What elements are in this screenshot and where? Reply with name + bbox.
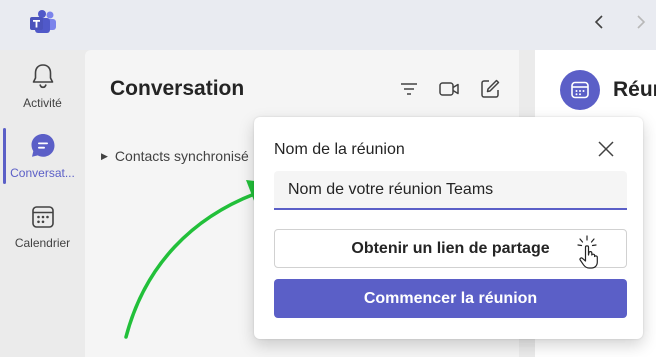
start-meeting-button[interactable]: Commencer la réunion <box>274 279 627 318</box>
meet-now-dialog: Nom de la réunion Obtenir un lien de par… <box>254 117 643 339</box>
meeting-name-input[interactable] <box>274 171 627 210</box>
meeting-pane-title: Réun <box>613 78 656 101</box>
chat-icon <box>31 134 54 157</box>
app-rail: Activité Conversat... Calendrier <box>0 50 85 357</box>
contacts-group[interactable]: ▶ Contacts synchronisé <box>101 148 249 164</box>
calendar-icon <box>31 206 54 228</box>
rail-item-calendar[interactable]: Calendrier <box>0 204 85 270</box>
rail-item-activity[interactable]: Activité <box>0 62 85 128</box>
bell-icon <box>32 64 53 89</box>
forward-button[interactable] <box>631 12 651 32</box>
dialog-title: Nom de la réunion <box>274 141 405 158</box>
caret-right-icon: ▶ <box>101 150 108 161</box>
teams-logo-icon[interactable] <box>28 10 58 36</box>
chevron-right-icon <box>637 15 646 29</box>
pane-title: Conversation <box>110 77 245 100</box>
compose-icon[interactable] <box>479 78 501 100</box>
video-icon[interactable] <box>438 78 460 100</box>
close-icon[interactable] <box>596 139 616 159</box>
rail-item-label: Activité <box>23 96 62 110</box>
rail-item-label: Calendrier <box>14 236 71 250</box>
hand-cursor-icon <box>577 235 598 269</box>
rail-item-chat[interactable]: Conversat... <box>0 132 85 198</box>
chevron-left-icon <box>594 15 603 29</box>
filter-icon[interactable] <box>398 78 420 100</box>
meeting-avatar <box>560 70 600 110</box>
title-bar <box>0 0 656 50</box>
contacts-group-label: Contacts synchronisé <box>114 148 249 164</box>
rail-item-label: Conversat... <box>10 166 75 180</box>
calendar-icon <box>571 81 589 99</box>
back-button[interactable] <box>589 12 609 32</box>
